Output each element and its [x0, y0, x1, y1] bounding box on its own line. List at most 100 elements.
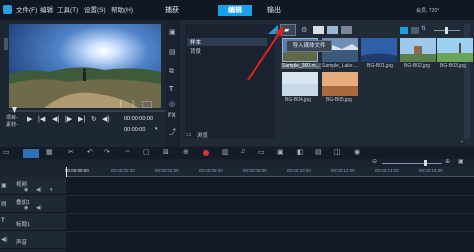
graphic-icon[interactable]: ◎	[169, 100, 175, 108]
timeline-ruler[interactable]: 00:00:00:00 00:00:02:00 00:00:04:00 00:0…	[65, 167, 474, 177]
track-manager-icon[interactable]: ▦	[46, 148, 53, 156]
ruler-mark: 00:00:12:00	[331, 168, 355, 173]
track-mute-icon[interactable]: ◀)	[36, 205, 42, 211]
track-overlay[interactable]: ▤ 叠加1 ◉ ◀)	[0, 195, 66, 213]
subtitle-icon[interactable]: ▭	[258, 148, 265, 156]
timecode-secondary[interactable]: 00:00:00	[124, 127, 145, 133]
snapshot-icon[interactable]: ▢	[143, 148, 150, 156]
redo-icon[interactable]: ↷	[104, 148, 110, 156]
ruler-mark: 00:00:00:00	[65, 168, 89, 173]
browse-label[interactable]: 浏览	[197, 131, 208, 139]
ruler-mark: 00:00:16:00	[419, 168, 443, 173]
clip-label[interactable]: 素材-	[6, 121, 18, 128]
split-screen-icon[interactable]: ◫	[334, 148, 341, 156]
arrow-annotation-icon	[247, 26, 284, 81]
prev-frame-icon[interactable]: ◀|	[52, 115, 59, 123]
tab-output[interactable]: 输出	[254, 5, 294, 16]
trim-icon[interactable]: ⇔	[124, 148, 131, 155]
menu-help[interactable]: 帮助(H)	[111, 4, 133, 14]
motion-icon[interactable]: ⊠	[163, 148, 169, 156]
track-voice[interactable]: ◀) 声音	[0, 231, 66, 249]
dropdown-icon[interactable]: ▾	[155, 126, 158, 132]
show-photos-icon[interactable]	[327, 26, 338, 34]
split-clip-icon[interactable]	[142, 101, 152, 108]
options-icon[interactable]: ⌄	[460, 138, 464, 144]
scrub-bar[interactable]	[9, 110, 165, 112]
track-visibility-icon[interactable]: ◉	[24, 187, 28, 193]
tab-edit[interactable]: 编辑	[218, 5, 252, 16]
library-side-toolbar: ▣ ▤ ⧉ T ◎ FX ⤴	[166, 20, 180, 146]
pan-zoom-icon[interactable]: ⊕	[183, 148, 189, 156]
auto-music-icon[interactable]: ♫	[240, 148, 245, 155]
next-frame-icon[interactable]: |▶	[65, 115, 72, 123]
show-videos-icon[interactable]	[313, 26, 324, 34]
thumbnail-view-icon[interactable]	[400, 27, 408, 34]
preview-window[interactable]	[9, 24, 161, 108]
zoom-in-icon[interactable]: ⊕	[445, 158, 450, 165]
cut-icon[interactable]: ✂	[68, 148, 74, 156]
track-settings-icon[interactable]: ▾	[50, 187, 53, 193]
timecode-main[interactable]: 00:00:00:00	[124, 116, 153, 122]
track-title[interactable]: T 标题1	[0, 213, 66, 231]
preview-side-handle-icon[interactable]	[4, 38, 8, 50]
list-view-icon[interactable]	[411, 27, 419, 34]
thumbnail-bg-b01[interactable]	[361, 38, 397, 62]
fx-icon[interactable]: FX	[168, 113, 176, 119]
zoom-out-icon[interactable]: ⊖	[372, 158, 377, 165]
thumbnail-bg-b03[interactable]	[437, 38, 473, 62]
menu-tools[interactable]: 工具(T)	[57, 4, 78, 14]
mark-out-icon[interactable]: ]	[132, 101, 134, 108]
mark-in-icon[interactable]: [	[120, 101, 122, 108]
project-label[interactable]: 项目-	[6, 114, 18, 121]
track-mute-icon[interactable]: ◀)	[36, 187, 42, 193]
volume-icon[interactable]: ◀)	[102, 115, 110, 123]
repeat-icon[interactable]: ↻	[91, 115, 97, 123]
track-headers: ▣ 视频 ◉ ◀) ▾ ▤ 叠加1 ◉ ◀) T 标题1 ◀) 声音	[0, 177, 66, 252]
thumbnail-label-1: Sample_Lake....	[322, 63, 359, 69]
zoom-slider[interactable]	[382, 163, 442, 164]
browse-icon[interactable]: ▭	[186, 131, 192, 138]
home-icon[interactable]: |◀	[38, 115, 45, 123]
ruler-mark: 00:00:02:00	[111, 168, 135, 173]
sound-mixer-icon[interactable]: ▥	[222, 148, 229, 156]
menu-file[interactable]: 文件(F)	[16, 4, 37, 14]
settings-icon[interactable]: ⚙	[301, 26, 307, 34]
timeline-toolbar: ▭ ▦ ✂ ↶ ↷ ⇔ ▢ ⊠ ⊕ ▥ ♫ ▭ ▣ ◧ ▤ ◫ ◉	[0, 147, 474, 159]
thumbnail-label-3: BG-B02.jpg	[404, 63, 430, 69]
track-video[interactable]: ▣ 视频 ◉ ◀) ▾	[0, 177, 66, 195]
tab-capture[interactable]: 捕获	[156, 5, 188, 16]
timeline-area[interactable]	[66, 177, 474, 252]
timeline-view-button[interactable]	[23, 149, 39, 158]
nav-item-sample[interactable]: 样本	[190, 38, 201, 46]
title-icon[interactable]: T	[169, 86, 173, 93]
storyboard-view-icon[interactable]: ▭	[3, 148, 10, 156]
play-icon[interactable]: ▶	[27, 115, 32, 123]
undo-icon[interactable]: ↶	[87, 148, 93, 156]
nav-item-background[interactable]: 背景	[190, 47, 201, 55]
color-icon[interactable]: ◉	[354, 148, 360, 156]
sort-icon[interactable]: ⇅	[421, 25, 426, 32]
end-icon[interactable]: ▶|	[78, 115, 85, 123]
ruler-mark: 00:00:06:00	[199, 168, 223, 173]
thumbnail-bg-b02[interactable]	[400, 38, 436, 62]
slider-handle-icon[interactable]	[445, 27, 448, 34]
menu-settings[interactable]: 设置(S)	[84, 4, 106, 14]
thumbnail-bg-b05[interactable]	[322, 72, 358, 96]
version-label: 会员, 720°	[416, 8, 440, 14]
transition-icon[interactable]: ⧉	[169, 68, 174, 76]
record-icon[interactable]	[203, 150, 209, 156]
zoom-handle-icon[interactable]	[424, 160, 427, 166]
media-icon[interactable]: ▣	[169, 28, 176, 36]
show-audio-icon[interactable]	[341, 26, 352, 34]
ruler-mark: 00:00:08:00	[243, 168, 267, 173]
mask-icon[interactable]: ◧	[297, 148, 304, 156]
menu-edit[interactable]: 编辑	[40, 4, 53, 14]
track-title-label: 标题1	[16, 222, 31, 228]
fit-project-icon[interactable]: ▣	[458, 158, 464, 165]
track-visibility-icon[interactable]: ◉	[24, 205, 28, 211]
stop-motion-icon[interactable]: ▤	[315, 148, 322, 156]
instant-project-icon[interactable]: ▤	[169, 48, 176, 56]
thumbnail-label-5: BG-B04.jpg	[285, 97, 311, 103]
multicam-icon[interactable]: ▣	[277, 148, 284, 156]
path-icon[interactable]: ⤴	[169, 127, 176, 137]
